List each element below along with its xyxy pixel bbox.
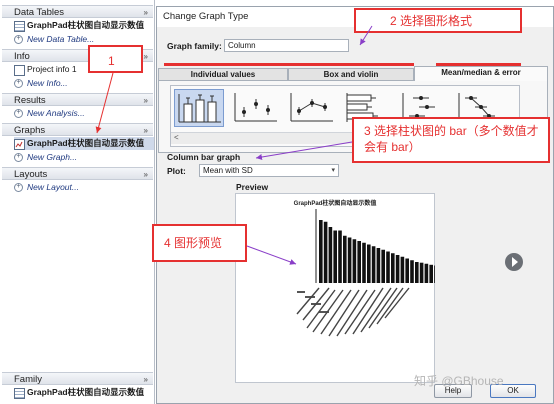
- arrow-1: [95, 72, 114, 134]
- arrow-2: [359, 25, 373, 46]
- annotation-arrows: [95, 25, 373, 265]
- arrow-3: [255, 141, 353, 160]
- arrow-4: [246, 245, 297, 265]
